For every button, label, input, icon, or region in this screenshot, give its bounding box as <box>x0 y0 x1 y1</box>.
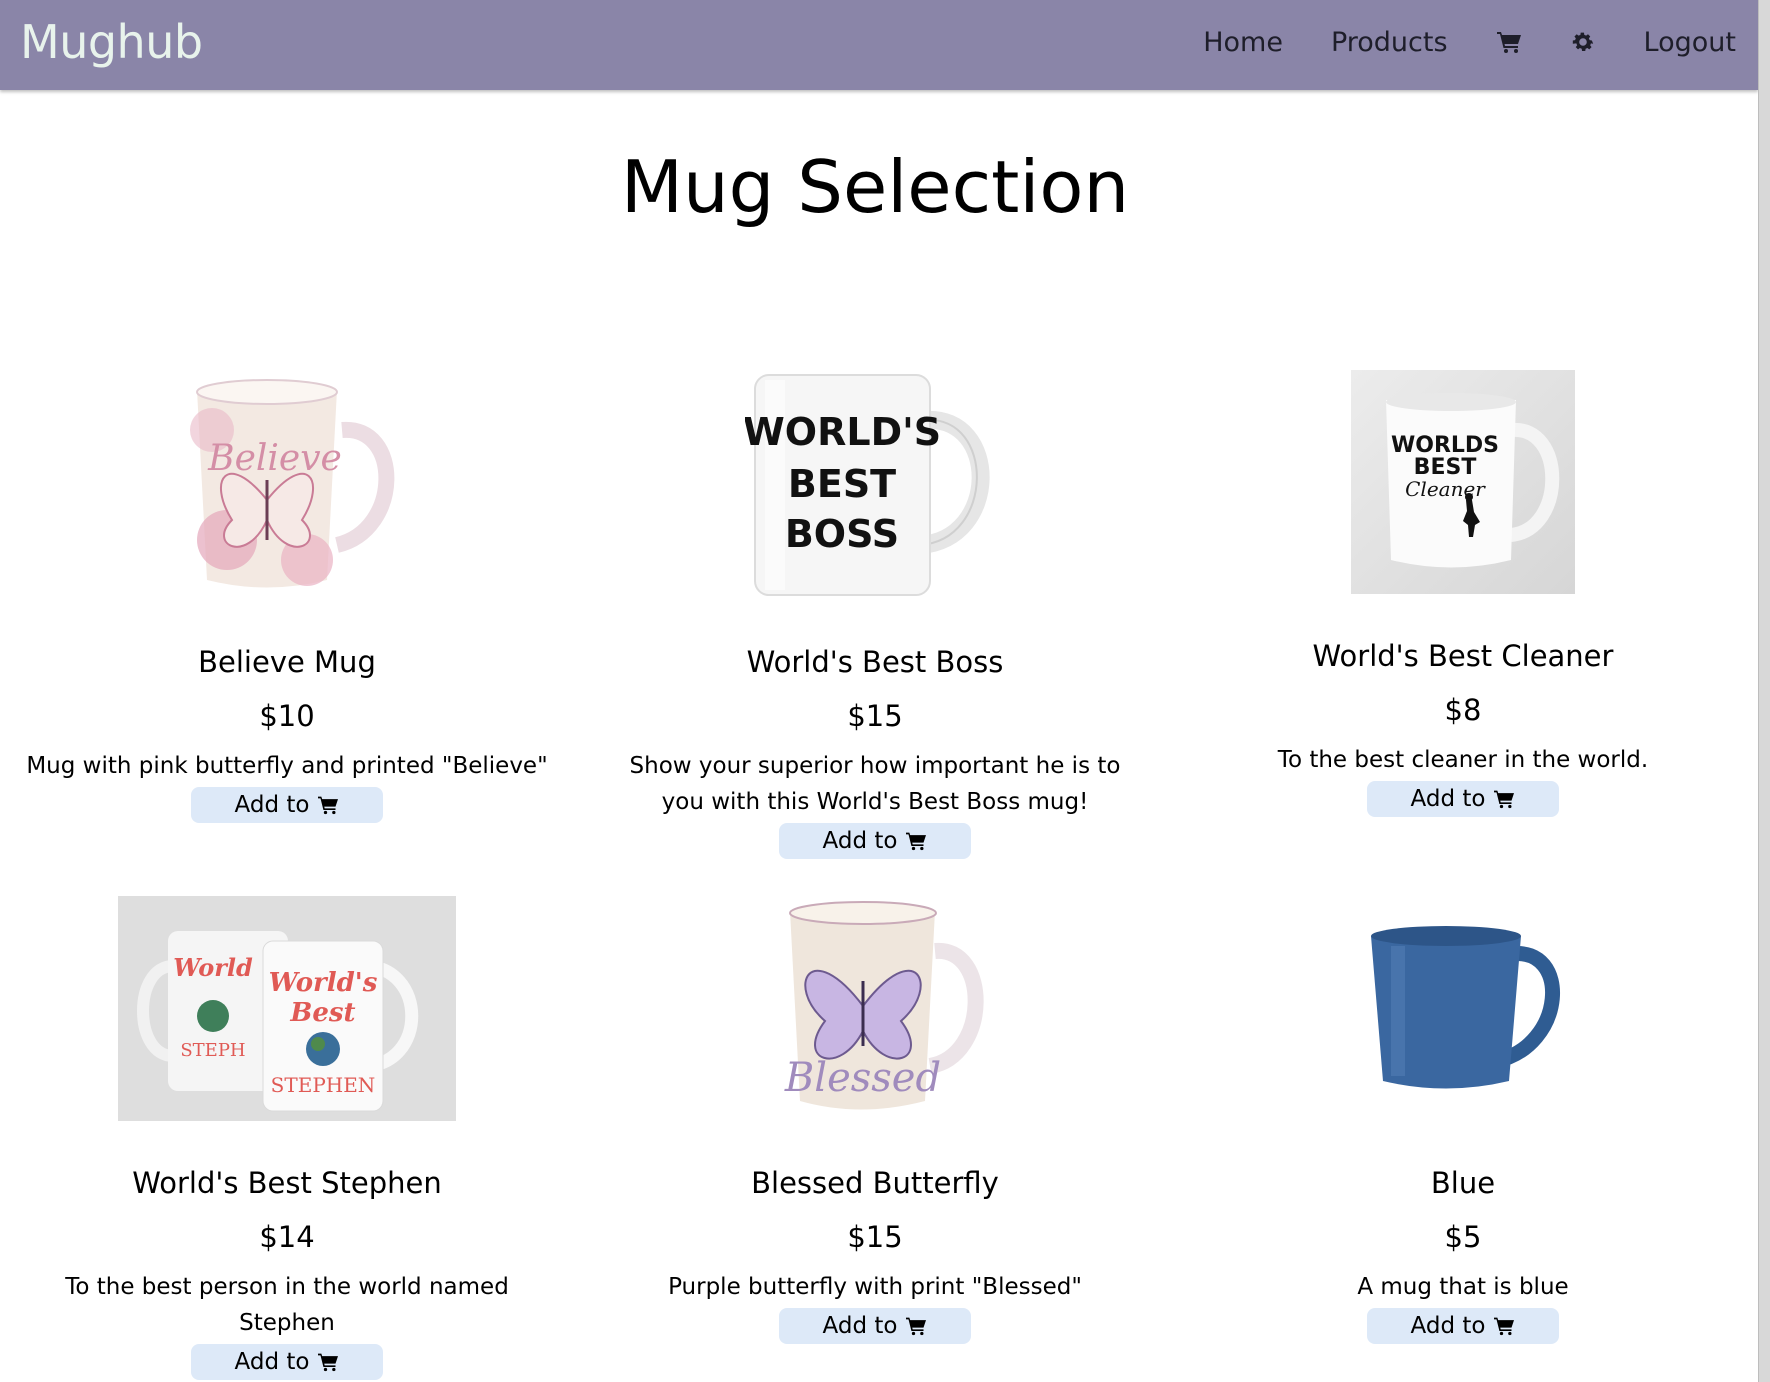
product-name: World's Best Cleaner <box>1312 639 1614 673</box>
page: Mughub Home Products Logout Mug Selectio… <box>0 0 1770 1382</box>
mug-print-text: STEPHEN <box>271 1073 376 1097</box>
product-name: Believe Mug <box>198 645 376 679</box>
product-card: WORLD'S BEST BOSS World's Best Boss $15 … <box>595 370 1155 859</box>
mug-print-text: WORLD'S <box>745 410 941 454</box>
brand-logo[interactable]: Mughub <box>20 14 203 70</box>
product-description: Show your superior how important he is t… <box>629 753 1121 815</box>
cart-icon <box>905 1316 927 1336</box>
product-name: World's Best Boss <box>746 645 1004 679</box>
nav-products-link[interactable]: Products <box>1331 27 1448 58</box>
product-image: WORLDS BEST Cleaner <box>1351 370 1575 594</box>
mug-print-text: Blessed <box>784 1055 941 1101</box>
cart-icon <box>317 1352 339 1372</box>
mug-print-text: Cleaner <box>1405 477 1486 501</box>
mug-print-text: Best <box>289 998 355 1028</box>
product-price: $15 <box>847 1220 903 1254</box>
gear-icon[interactable] <box>1570 29 1596 55</box>
add-to-cart-button[interactable]: Add to <box>191 1344 383 1380</box>
add-to-cart-label: Add to <box>1410 786 1486 812</box>
product-image <box>1351 896 1575 1121</box>
product-card: Blue $5 A mug that is blue Add to <box>1183 896 1743 1344</box>
product-price: $8 <box>1444 693 1482 727</box>
product-description: To the best cleaner in the world. <box>1277 747 1649 773</box>
add-to-cart-button[interactable]: Add to <box>191 787 383 823</box>
product-price: $15 <box>847 699 903 733</box>
cart-icon <box>1493 1316 1515 1336</box>
add-to-cart-label: Add to <box>234 792 310 818</box>
add-to-cart-label: Add to <box>234 1349 310 1375</box>
add-to-cart-button[interactable]: Add to <box>779 823 971 859</box>
nav-logout-link[interactable]: Logout <box>1644 27 1736 58</box>
mug-print-text: Believe <box>207 438 342 479</box>
product-description: Purple butterfly with print "Blessed" <box>668 1274 1082 1300</box>
product-card: Believe Believe Mug $10 Mug with pink bu… <box>7 370 567 823</box>
add-to-cart-button[interactable]: Add to <box>1367 1308 1559 1344</box>
add-to-cart-button[interactable]: Add to <box>1367 781 1559 817</box>
product-name: Blessed Butterfly <box>751 1166 999 1200</box>
cart-icon <box>905 831 927 851</box>
cart-icon <box>317 795 339 815</box>
product-description: A mug that is blue <box>1357 1274 1569 1300</box>
add-to-cart-label: Add to <box>1410 1313 1486 1339</box>
navbar: Mughub Home Products Logout <box>0 0 1758 90</box>
content-area: Mughub Home Products Logout Mug Selectio… <box>0 0 1758 1382</box>
product-price: $5 <box>1444 1220 1482 1254</box>
product-image: Blessed <box>755 896 995 1121</box>
cart-icon <box>1493 789 1515 809</box>
window-edge <box>1758 0 1770 1382</box>
product-price: $14 <box>259 1220 315 1254</box>
nav-home-link[interactable]: Home <box>1203 27 1283 58</box>
mug-print-text: STEPH <box>180 1040 245 1061</box>
product-description: To the best person in the world named St… <box>65 1274 509 1336</box>
mug-print-text: BEST <box>788 462 896 506</box>
cart-icon[interactable] <box>1496 30 1522 54</box>
mug-print-text: World's <box>269 968 378 998</box>
mug-print-text: World <box>173 953 253 982</box>
add-to-cart-label: Add to <box>822 828 898 854</box>
product-name: Blue <box>1430 1166 1496 1200</box>
product-name: World's Best Stephen <box>132 1166 442 1200</box>
mug-print-text: BOSS <box>785 512 899 556</box>
product-image: Believe <box>167 370 407 600</box>
product-image: World World's Best STEPH STEPHEN <box>118 896 456 1121</box>
product-description: Mug with pink butterfly and printed "Bel… <box>26 753 548 779</box>
product-image: WORLD'S BEST BOSS <box>743 370 1005 600</box>
product-card: Blessed Blessed Butterfly $15 Purple but… <box>595 896 1155 1344</box>
add-to-cart-label: Add to <box>822 1313 898 1339</box>
product-price: $10 <box>259 699 315 733</box>
page-title: Mug Selection <box>620 145 1130 229</box>
product-card: WORLDS BEST Cleaner World's Best Cleaner… <box>1183 370 1743 817</box>
nav-links: Home Products Logout <box>1155 0 1736 84</box>
add-to-cart-button[interactable]: Add to <box>779 1308 971 1344</box>
product-card: World World's Best STEPH STEPHEN World's… <box>7 896 567 1380</box>
